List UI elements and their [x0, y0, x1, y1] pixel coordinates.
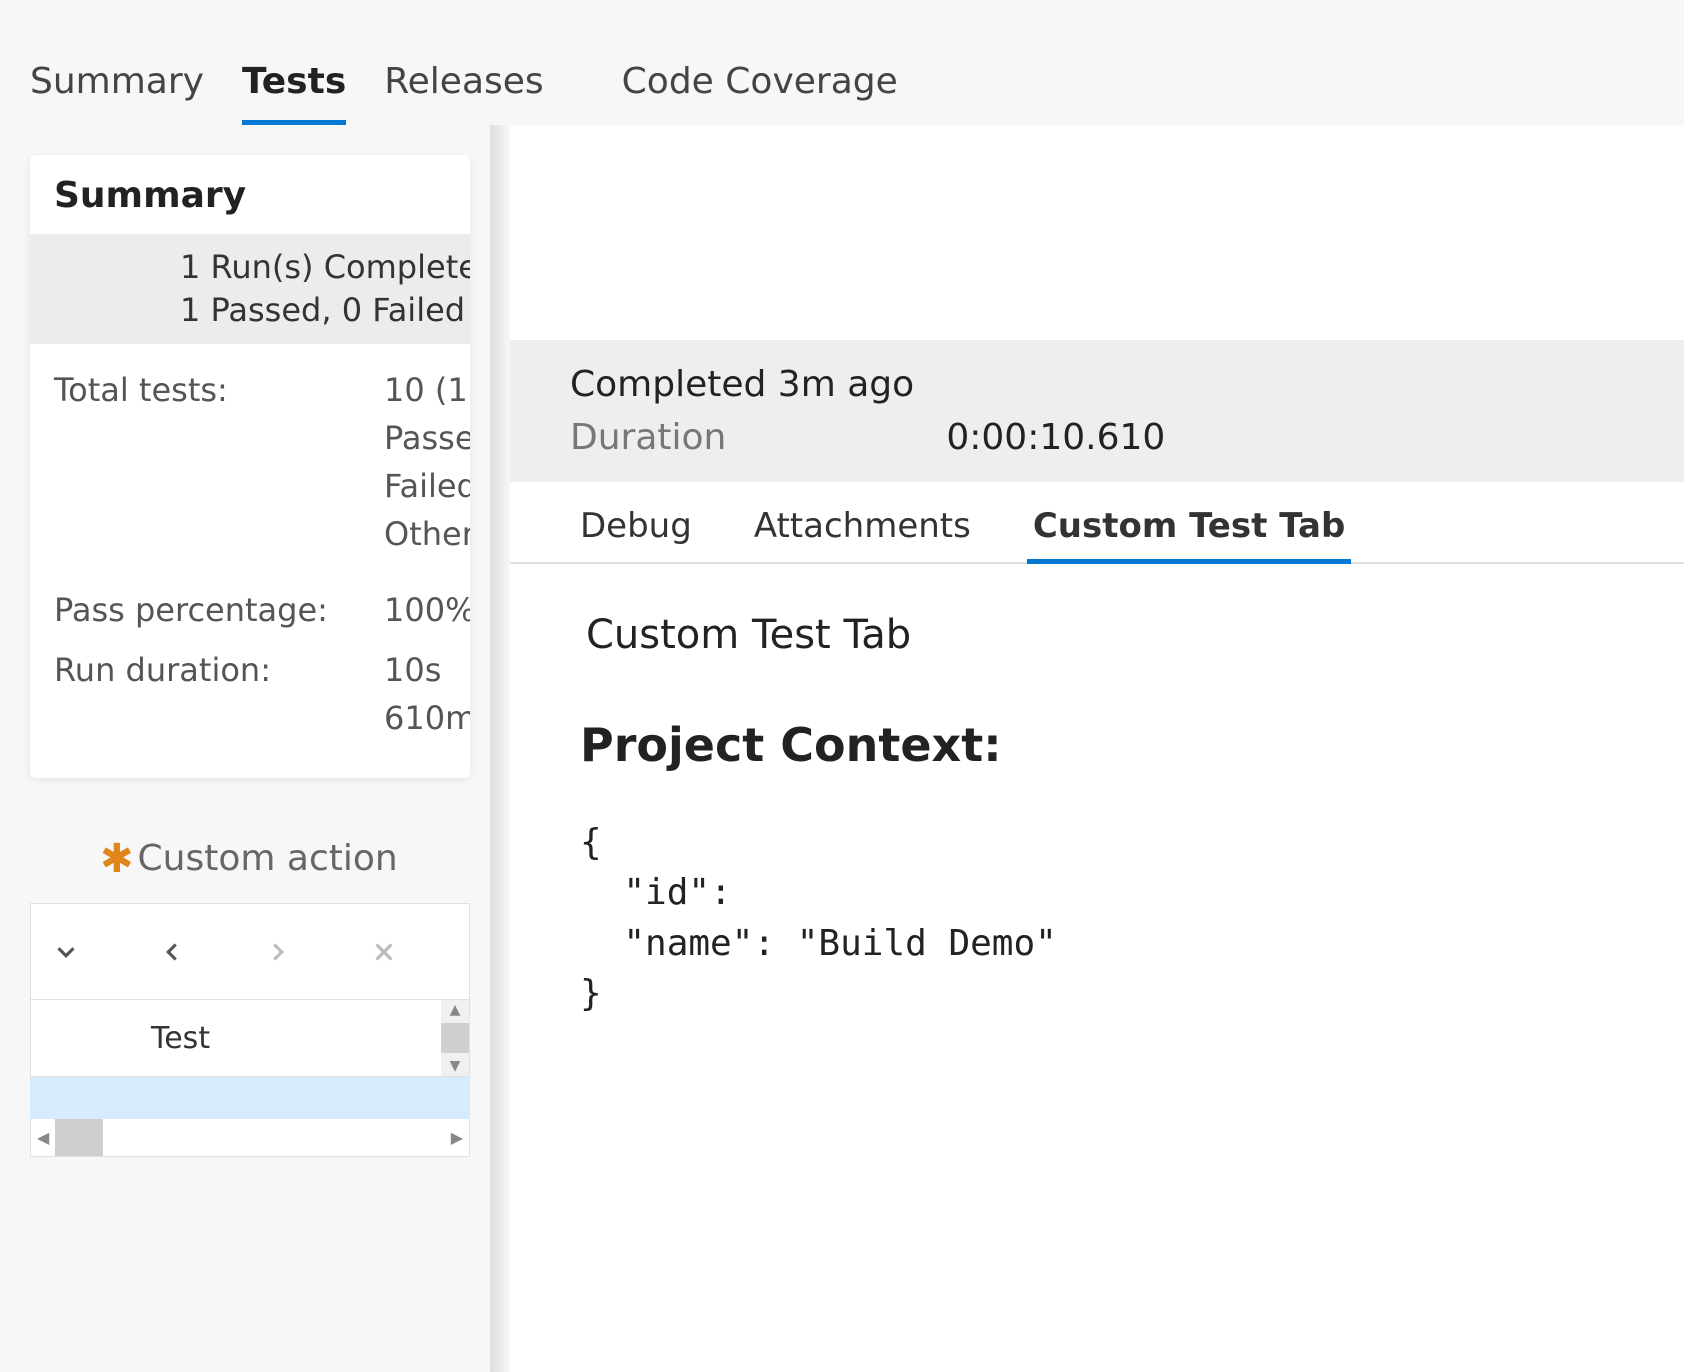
summary-card-title: Summary	[30, 155, 470, 234]
detail-duration-value: 0:00:10.610	[946, 417, 1165, 458]
summary-total-values: 10 (1 Passed Failed Other	[384, 366, 470, 558]
summary-duration-label: Run duration:	[54, 646, 384, 694]
summary-banner-line2: 1 Passed, 0 Failed	[180, 289, 446, 332]
detail-tab-custom[interactable]: Custom Test Tab	[1027, 502, 1351, 564]
summary-pass-value: 100%	[384, 586, 470, 634]
summary-pass-label: Pass percentage:	[54, 586, 384, 634]
summary-total-passed: Passed	[384, 414, 470, 462]
prev-button[interactable]	[149, 929, 195, 975]
summary-total-failed: Failed	[384, 462, 470, 510]
detail-body: Custom Test Tab Project Context: { "id":…	[510, 564, 1684, 1020]
detail-tabs: Debug Attachments Custom Test Tab	[510, 482, 1684, 564]
summary-row-pass: Pass percentage: 100%	[54, 586, 446, 634]
close-button[interactable]	[361, 929, 407, 975]
vertical-scroll-thumb[interactable]	[441, 1023, 469, 1053]
main-area: Summary 1 Run(s) Completed 1 Passed, 0 F…	[0, 125, 1684, 1372]
test-toolbar	[30, 903, 470, 999]
vertical-scrollbar[interactable]: ▲ ▼	[441, 1000, 469, 1076]
project-context-json: { "id": "name": "Build Demo" }	[580, 818, 1614, 1020]
scroll-right-icon: ▶	[445, 1128, 469, 1147]
horizontal-scrollbar[interactable]: ◀ ▶	[30, 1119, 470, 1157]
summary-duration-value2: 610ms	[384, 694, 470, 742]
summary-duration-value1: 10s	[384, 646, 470, 694]
test-list-header[interactable]: Test ▲ ▼	[30, 999, 470, 1077]
tab-releases[interactable]: Releases	[384, 61, 543, 125]
next-button[interactable]	[255, 929, 301, 975]
summary-banner: 1 Run(s) Completed 1 Passed, 0 Failed	[30, 234, 470, 344]
detail-tab-debug[interactable]: Debug	[574, 502, 698, 564]
detail-panel: Completed 3m ago Duration 0:00:10.610 De…	[510, 125, 1684, 1372]
summary-body: Total tests: 10 (1 Passed Failed Other P…	[30, 344, 470, 778]
horizontal-scroll-thumb[interactable]	[55, 1119, 103, 1156]
tab-code-coverage[interactable]: Code Coverage	[622, 61, 898, 125]
summary-row-duration: Run duration: 10s 610ms	[54, 646, 446, 742]
horizontal-scroll-track[interactable]	[55, 1119, 444, 1156]
summary-card: Summary 1 Run(s) Completed 1 Passed, 0 F…	[30, 155, 470, 778]
detail-duration-label: Duration	[570, 417, 726, 458]
chevron-right-icon	[263, 937, 293, 967]
detail-completed-text: Completed 3m ago	[570, 364, 1624, 405]
tab-tests[interactable]: Tests	[242, 61, 346, 125]
chevron-left-icon	[157, 937, 187, 967]
detail-header: Completed 3m ago Duration 0:00:10.610	[510, 340, 1684, 482]
scroll-up-icon: ▲	[450, 1000, 461, 1020]
selected-test-row[interactable]	[30, 1077, 470, 1119]
scroll-down-icon: ▼	[450, 1056, 461, 1076]
summary-total-value: 10 (1	[384, 366, 470, 414]
detail-tab-title: Custom Test Tab	[580, 612, 1614, 658]
summary-row-total: Total tests: 10 (1 Passed Failed Other	[54, 366, 446, 558]
summary-total-label: Total tests:	[54, 366, 384, 414]
close-icon	[369, 937, 399, 967]
custom-action-label: Custom action	[138, 838, 398, 879]
expand-toggle-button[interactable]	[43, 929, 89, 975]
top-tabs: Summary Tests Releases Code Coverage	[0, 0, 1684, 125]
summary-total-other: Other	[384, 510, 470, 558]
scroll-left-icon: ◀	[31, 1128, 55, 1147]
left-panel: Summary 1 Run(s) Completed 1 Passed, 0 F…	[0, 125, 500, 1372]
project-context-heading: Project Context:	[580, 718, 1614, 772]
test-column-header: Test	[151, 1021, 210, 1056]
asterisk-icon: ✱	[100, 839, 134, 879]
chevron-down-icon	[51, 937, 81, 967]
summary-banner-line1: 1 Run(s) Completed	[180, 246, 446, 289]
custom-action-button[interactable]: ✱ Custom action	[30, 838, 500, 879]
detail-tab-attachments[interactable]: Attachments	[748, 502, 977, 564]
tab-summary[interactable]: Summary	[30, 61, 204, 125]
